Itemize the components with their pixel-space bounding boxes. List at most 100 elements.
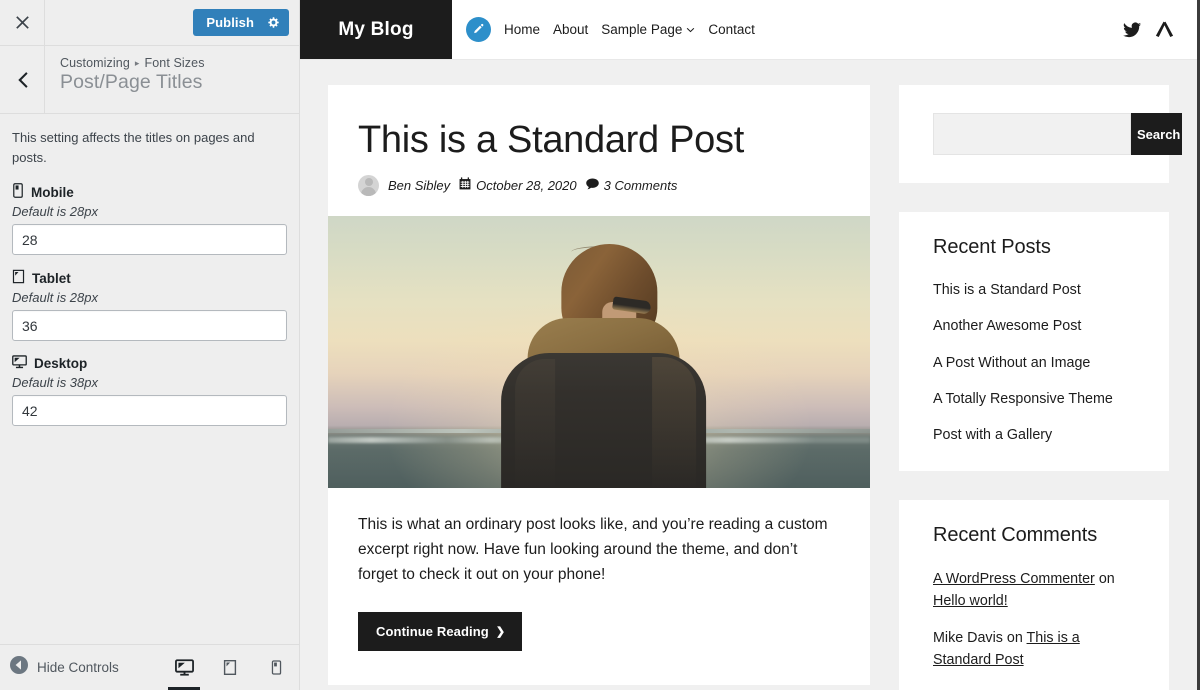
tent-social-icon[interactable]	[1155, 21, 1174, 38]
list-item: A WordPress Commenter on Hello world!	[933, 569, 1135, 612]
twitter-icon[interactable]	[1123, 21, 1141, 38]
publish-group[interactable]: Publish	[193, 9, 289, 36]
nav-item-home[interactable]: Home	[504, 22, 540, 37]
post-author-label: Ben Sibley	[388, 177, 451, 193]
breadcrumb-root[interactable]: Customizing	[60, 56, 130, 70]
recent-posts-list: This is a Standard Post Another Awesome …	[933, 281, 1135, 445]
continue-reading-button[interactable]: Continue Reading ❯	[358, 611, 523, 651]
continue-reading-label: Continue Reading	[376, 623, 489, 639]
post-article: This is a Standard Post Ben Sibley Octob…	[328, 85, 870, 685]
desktop-font-size-input[interactable]	[12, 395, 287, 426]
search-input[interactable]	[933, 113, 1131, 155]
sidebar-column: Search Recent Posts This is a Standard P…	[899, 85, 1182, 690]
control-mobile-label: Mobile	[31, 184, 74, 200]
nav-item-contact-label: Contact	[708, 22, 755, 37]
control-mobile-label-row: Mobile	[12, 183, 287, 201]
person-silhouette	[489, 243, 719, 488]
recent-post-link[interactable]: This is a Standard Post	[933, 282, 1081, 298]
recent-comments-list: A WordPress Commenter on Hello world! Mi…	[933, 569, 1135, 671]
collapse-left-arrow-icon	[10, 656, 28, 679]
customizer-panel: Publish Customizing ▸ Font Sizes Post/Pa…	[0, 0, 300, 690]
control-desktop-label-row: Desktop	[12, 355, 287, 372]
post-date: October 28, 2020	[459, 177, 577, 193]
customizer-section-header: Customizing ▸ Font Sizes Post/Page Title…	[0, 46, 299, 114]
control-desktop: Desktop Default is 38px	[12, 355, 287, 426]
comment-author-link[interactable]: A WordPress Commenter	[933, 571, 1095, 587]
control-tablet: Tablet Default is 28px	[12, 269, 287, 341]
hide-controls-button[interactable]: Hide Controls	[0, 656, 119, 679]
nav-item-home-label: Home	[504, 22, 541, 37]
list-item: Another Awesome Post	[933, 317, 1135, 336]
post-comments[interactable]: 3 Comments	[585, 177, 678, 193]
control-desktop-default: Default is 38px	[12, 375, 98, 390]
control-tablet-label-row: Tablet	[12, 269, 287, 287]
search-button[interactable]: Search	[1131, 113, 1182, 155]
pencil-edit-icon[interactable]	[466, 17, 491, 42]
avatar-icon	[358, 174, 379, 196]
close-icon[interactable]	[0, 0, 45, 45]
setting-description: This setting affects the titles on pages…	[12, 130, 255, 165]
comment-connector: on	[1006, 630, 1023, 647]
hide-controls-label: Hide Controls	[37, 660, 119, 675]
site-main: This is a Standard Post Ben Sibley Octob…	[300, 60, 1200, 690]
widget-recent-posts-title: Recent Posts	[933, 236, 1051, 258]
customizer-controls: This setting affects the titles on pages…	[0, 114, 299, 426]
device-desktop-button[interactable]	[161, 645, 207, 690]
chevron-left-icon[interactable]	[0, 46, 45, 113]
mobile-phone-icon	[12, 183, 24, 201]
list-item: Post with a Gallery	[933, 426, 1135, 445]
gear-icon[interactable]	[265, 9, 289, 36]
nav-item-contact[interactable]: Contact	[708, 22, 755, 37]
recent-post-link[interactable]: Another Awesome Post	[933, 318, 1081, 334]
widget-recent-comments: Recent Comments A WordPress Commenter on…	[899, 500, 1169, 690]
comment-post-link[interactable]: Hello world!	[933, 593, 1008, 609]
site-title: My Blog	[338, 18, 414, 40]
control-mobile: Mobile Default is 28px	[12, 183, 287, 255]
customizer-footer: Hide Controls	[0, 644, 299, 690]
mobile-font-size-input[interactable]	[12, 224, 287, 255]
breadcrumb-parent[interactable]: Font Sizes	[145, 56, 205, 70]
recent-post-link[interactable]: A Totally Responsive Theme	[933, 391, 1113, 407]
post-author[interactable]: Ben Sibley	[388, 178, 450, 193]
post-date-label: October 28, 2020	[476, 177, 577, 193]
post-excerpt: This is what an ordinary post looks like…	[358, 515, 828, 583]
widget-recent-posts: Recent Posts This is a Standard Post Ano…	[899, 212, 1169, 472]
comment-author-name: Mike Davis	[933, 630, 1003, 647]
control-mobile-default: Default is 28px	[12, 204, 98, 219]
chevron-down-icon	[686, 22, 695, 37]
nav-item-about[interactable]: About	[553, 22, 588, 37]
content-column: This is a Standard Post Ben Sibley Octob…	[328, 85, 870, 690]
device-tablet-button[interactable]	[207, 645, 253, 690]
post-title[interactable]: This is a Standard Post	[328, 85, 870, 162]
breadcrumb-separator-icon: ▸	[134, 57, 140, 68]
customizer-screen: Publish Customizing ▸ Font Sizes Post/Pa…	[0, 0, 1200, 690]
site-header: My Blog Home About Sample Page Contact	[300, 0, 1200, 60]
site-brand[interactable]: My Blog	[300, 0, 452, 59]
calendar-icon	[459, 177, 471, 193]
list-item: A Totally Responsive Theme	[933, 390, 1135, 409]
desktop-monitor-icon	[12, 355, 27, 372]
social-links	[1123, 0, 1200, 59]
nav-item-sample-page[interactable]: Sample Page	[601, 22, 695, 37]
recent-post-link[interactable]: Post with a Gallery	[933, 427, 1052, 443]
site-preview: My Blog Home About Sample Page Contact T…	[300, 0, 1200, 690]
page-title: Post/Page Titles	[60, 71, 203, 93]
site-nav: Home About Sample Page Contact	[452, 0, 1123, 59]
widget-recent-comments-title: Recent Comments	[933, 524, 1098, 547]
breadcrumb: Customizing ▸ Font Sizes	[60, 56, 205, 70]
control-tablet-default: Default is 28px	[12, 290, 98, 305]
control-tablet-label: Tablet	[32, 270, 71, 286]
nav-item-about-label: About	[553, 22, 589, 37]
customizer-header: Publish	[0, 0, 299, 46]
device-mobile-button[interactable]	[253, 645, 299, 690]
post-body: This is what an ordinary post looks like…	[328, 488, 870, 685]
recent-post-link[interactable]: A Post Without an Image	[933, 355, 1090, 371]
tablet-icon	[12, 269, 25, 287]
post-featured-image[interactable]	[328, 215, 870, 488]
tablet-font-size-input[interactable]	[12, 310, 287, 341]
publish-button[interactable]: Publish	[193, 9, 265, 36]
post-comments-label: 3 Comments	[603, 177, 678, 193]
control-desktop-label: Desktop	[34, 356, 88, 371]
widget-search: Search	[899, 85, 1182, 183]
chevron-right-icon: ❯	[495, 625, 506, 638]
